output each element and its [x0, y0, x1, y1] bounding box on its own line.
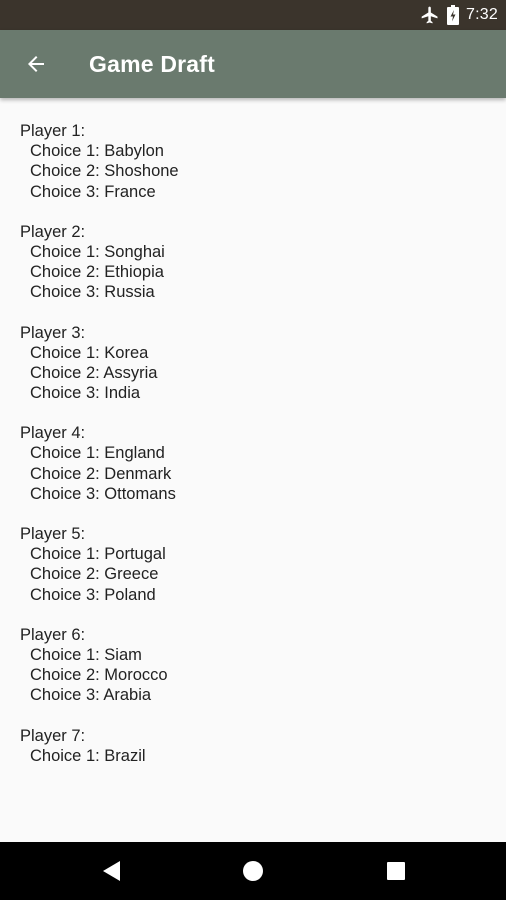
player-block: Player 5: Choice 1: Portugal Choice 2: G…	[20, 524, 506, 605]
player-block: Player 2: Choice 1: Songhai Choice 2: Et…	[20, 222, 506, 303]
draft-content[interactable]: Player 1: Choice 1: Babylon Choice 2: Sh…	[0, 98, 506, 768]
player-block: Player 6: Choice 1: Siam Choice 2: Moroc…	[20, 625, 506, 706]
choice-line: Choice 1: England	[30, 444, 165, 463]
back-button[interactable]	[12, 40, 60, 88]
player-block: Player 4: Choice 1: England Choice 2: De…	[20, 423, 506, 504]
page-title: Game Draft	[89, 51, 215, 77]
nav-home-button[interactable]	[233, 851, 273, 891]
app-bar: Game Draft	[0, 30, 506, 98]
choice-line: Choice 3: France	[30, 182, 156, 201]
recents-square-icon	[387, 862, 405, 880]
choice-line: Choice 3: India	[30, 384, 141, 403]
choice-line: Choice 3: Russia	[30, 283, 155, 302]
player-label: Player 4:	[20, 424, 86, 443]
airplane-icon	[420, 5, 440, 25]
player-block: Player 7: Choice 1: Brazil	[20, 726, 506, 766]
choice-line: Choice 1: Portugal	[30, 545, 166, 564]
choice-line: Choice 1: Korea	[30, 343, 149, 362]
choice-line: Choice 2: Shoshone	[30, 162, 179, 181]
choice-line: Choice 3: Poland	[30, 585, 156, 604]
choice-line: Choice 1: Babylon	[30, 142, 164, 161]
player-label: Player 5:	[20, 525, 86, 543]
home-circle-icon	[243, 861, 263, 881]
back-triangle-icon	[103, 861, 120, 881]
choice-line: Choice 3: Ottomans	[30, 484, 176, 503]
player-block: Player 1: Choice 1: Babylon Choice 2: Sh…	[20, 121, 506, 202]
nav-recents-button[interactable]	[376, 851, 416, 891]
arrow-back-icon	[28, 56, 44, 72]
player-label: Player 2:	[20, 222, 86, 241]
status-bar: 7:32	[0, 0, 506, 30]
choice-line: Choice 2: Greece	[30, 565, 159, 584]
player-label: Player 6:	[20, 625, 86, 644]
choice-line: Choice 2: Assyria	[30, 363, 158, 382]
battery-icon	[447, 5, 460, 25]
status-time: 7:32	[466, 6, 498, 23]
player-block: Player 3: Choice 1: Korea Choice 2: Assy…	[20, 323, 506, 404]
choice-line: Choice 1: Songhai	[30, 242, 165, 261]
choice-line: Choice 3: Arabia	[30, 686, 152, 705]
navigation-bar	[0, 842, 506, 900]
player-label: Player 3:	[20, 323, 86, 342]
status-icons: 7:32	[420, 0, 498, 30]
choice-line: Choice 2: Denmark	[30, 464, 172, 483]
choice-line: Choice 1: Siam	[30, 645, 142, 664]
choice-line: Choice 2: Morocco	[30, 666, 168, 685]
draft-list: Player 1: Choice 1: Babylon Choice 2: Sh…	[0, 98, 506, 766]
nav-back-button[interactable]	[91, 851, 131, 891]
choice-line: Choice 1: Brazil	[30, 746, 146, 765]
player-label: Player 7:	[20, 726, 86, 745]
player-label: Player 1:	[20, 122, 86, 140]
choice-line: Choice 2: Ethiopia	[30, 263, 164, 282]
